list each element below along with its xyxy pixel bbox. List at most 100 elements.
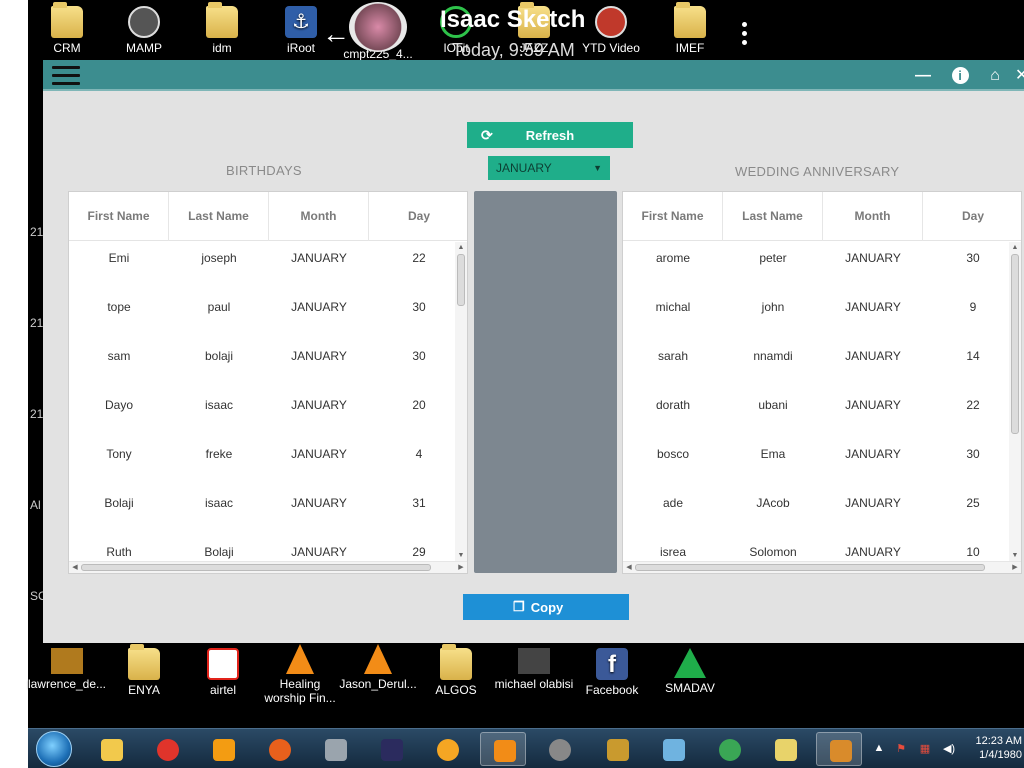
scroll-left-icon[interactable]: ◀ (69, 562, 81, 574)
table-row[interactable]: sarah nnamdi JANUARY 14 (623, 340, 1009, 389)
cell-last-name: bolaji (204, 349, 234, 363)
desktop-icon-michael-olabisi[interactable]: michael olabisi (494, 648, 574, 691)
column-header[interactable]: Day (923, 192, 1023, 241)
scroll-thumb[interactable] (457, 254, 465, 306)
scroll-thumb[interactable] (1011, 254, 1019, 434)
refresh-button[interactable]: ⟳ Refresh (467, 122, 633, 148)
clock-date: 1/4/1980 (979, 749, 1022, 761)
cell-first-name: Ruth (106, 545, 132, 559)
taskbar-item[interactable] (88, 732, 134, 766)
desktop-icon-smadav[interactable]: SMADAV (650, 648, 730, 695)
column-header[interactable]: Day (369, 192, 469, 241)
taskbar-item[interactable] (200, 732, 246, 766)
vlc-icon (494, 740, 516, 762)
vertical-scrollbar[interactable]: ▲ ▼ (455, 242, 467, 562)
game-icon (437, 739, 459, 761)
cell-first-name: ade (662, 496, 684, 510)
taskbar-item[interactable] (312, 732, 358, 766)
taskbar-item[interactable] (368, 732, 414, 766)
taskbar-item[interactable] (480, 732, 526, 766)
desktop-icon-lawrence[interactable]: lawrence_de... (26, 648, 108, 691)
table-row[interactable]: Dayo isaac JANUARY 20 (69, 389, 455, 438)
desktop-icon-label: Facebook (585, 683, 639, 697)
taskbar-item[interactable] (594, 732, 640, 766)
mamp-icon (128, 6, 160, 38)
table-row[interactable]: dorath ubani JANUARY 22 (623, 389, 1009, 438)
start-button[interactable] (36, 731, 72, 767)
desktop-icon-imef[interactable]: IMEF (650, 2, 730, 55)
desktop-icon-healing-worship[interactable]: Healing worship Fin... (260, 644, 340, 705)
table-row[interactable]: sam bolaji JANUARY 30 (69, 340, 455, 389)
table-row[interactable]: tope paul JANUARY 30 (69, 291, 455, 340)
column-header[interactable]: Month (269, 192, 369, 241)
cell-last-name: Ema (760, 447, 786, 461)
network-icon[interactable]: ▦ (918, 742, 932, 756)
desktop-icon-label: Jason_Derul... (339, 677, 417, 691)
column-header[interactable]: First Name (69, 192, 169, 241)
table-row[interactable]: michal john JANUARY 9 (623, 291, 1009, 340)
taskbar-item[interactable] (706, 732, 752, 766)
taskbar-item[interactable] (256, 732, 302, 766)
desktop-icon-jason-derulo[interactable]: Jason_Derul... (338, 644, 418, 691)
desktop-icon-enya[interactable]: ENYA (104, 644, 184, 697)
back-arrow-icon[interactable]: ← (322, 18, 350, 50)
table-row[interactable]: Emi joseph JANUARY 22 (69, 242, 455, 291)
column-header[interactable]: Month (823, 192, 923, 241)
scroll-thumb[interactable] (635, 564, 985, 571)
taskbar-item[interactable] (536, 732, 582, 766)
desktop-icon-airtel[interactable]: airtel (183, 648, 263, 697)
show-hidden-icons-icon[interactable]: ▲ (872, 742, 886, 756)
minimize-icon[interactable]: — (912, 65, 934, 87)
video-icon (518, 648, 550, 674)
vertical-scrollbar[interactable]: ▲ ▼ (1009, 242, 1021, 562)
table-row[interactable]: Ruth Bolaji JANUARY 29 (69, 536, 455, 560)
scroll-left-icon[interactable]: ◀ (623, 562, 635, 574)
taskbar-item[interactable] (144, 732, 190, 766)
scroll-right-icon[interactable]: ▶ (455, 562, 467, 574)
scroll-up-icon[interactable]: ▲ (1009, 242, 1021, 254)
vlc-icon (286, 644, 314, 674)
month-select[interactable]: JANUARY ▼ (488, 156, 610, 180)
action-center-icon[interactable]: ⚑ (894, 742, 908, 756)
desktop-icon-cmpt225[interactable]: cmpt225_4... (338, 2, 418, 61)
copy-button[interactable]: ❐ Copy (463, 594, 629, 620)
cell-month: JANUARY (845, 496, 901, 510)
desktop-icon-crm[interactable]: CRM (27, 2, 107, 55)
hamburger-menu-icon[interactable] (52, 66, 80, 86)
table-row[interactable]: Tony freke JANUARY 4 (69, 438, 455, 487)
close-icon[interactable]: ✕ (1015, 65, 1024, 87)
info-icon[interactable]: i (949, 65, 971, 87)
iroot-icon: ⚓ (285, 6, 317, 38)
column-header[interactable]: Last Name (723, 192, 823, 241)
cell-first-name: Bolaji (104, 496, 134, 510)
desktop-icon-idm[interactable]: idm (182, 2, 262, 55)
desktop-icon-mamp[interactable]: MAMP (104, 6, 184, 55)
desktop-icon-label: IMEF (675, 41, 705, 55)
taskbar-item[interactable] (650, 732, 696, 766)
horizontal-scrollbar[interactable]: ◀ ▶ (69, 561, 467, 573)
table-row[interactable]: arome peter JANUARY 30 (623, 242, 1009, 291)
volume-icon[interactable]: ◀) (942, 742, 956, 756)
table-row[interactable]: Bolaji isaac JANUARY 31 (69, 487, 455, 536)
more-menu-icon[interactable] (742, 22, 750, 48)
cell-day: 20 (412, 398, 426, 412)
scroll-thumb[interactable] (81, 564, 431, 571)
scroll-right-icon[interactable]: ▶ (1009, 562, 1021, 574)
table-row[interactable]: bosco Ema JANUARY 30 (623, 438, 1009, 487)
home-icon[interactable]: ⌂ (984, 65, 1006, 87)
birthdays-title: BIRTHDAYS (226, 163, 302, 178)
taskbar-item[interactable] (816, 732, 862, 766)
column-header[interactable]: Last Name (169, 192, 269, 241)
taskbar-item[interactable] (762, 732, 808, 766)
desktop-icon-algos[interactable]: ALGOS (416, 644, 496, 697)
table-row[interactable]: ade JAcob JANUARY 25 (623, 487, 1009, 536)
taskbar-item[interactable] (424, 732, 470, 766)
cell-day: 29 (412, 545, 426, 559)
column-header[interactable]: First Name (623, 192, 723, 241)
system-clock[interactable]: 12:23 AM 1/4/1980 (970, 734, 1022, 762)
horizontal-scrollbar[interactable]: ◀ ▶ (623, 561, 1021, 573)
scroll-up-icon[interactable]: ▲ (455, 242, 467, 254)
table-row[interactable]: isrea Solomon JANUARY 10 (623, 536, 1009, 560)
desktop-icon-facebook[interactable]: f Facebook (572, 648, 652, 697)
cell-last-name: Solomon (749, 545, 797, 559)
